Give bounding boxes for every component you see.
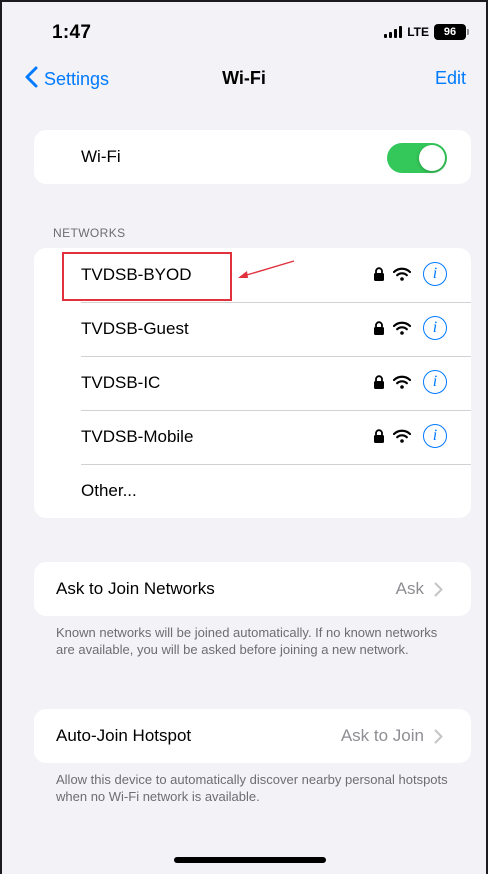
network-name: TVDSB-IC bbox=[81, 373, 161, 392]
other-network-label: Other... bbox=[81, 481, 137, 500]
network-icons: i bbox=[373, 424, 447, 448]
page-title: Wi-Fi bbox=[222, 68, 266, 88]
network-name: TVDSB-Guest bbox=[81, 319, 189, 338]
network-row-tvdsb-guest[interactable]: TVDSB-Guest i bbox=[34, 302, 471, 356]
lock-icon bbox=[373, 375, 385, 389]
wifi-signal-icon bbox=[393, 321, 411, 335]
network-icons: i bbox=[373, 262, 447, 286]
auto-join-hotspot-row[interactable]: Auto-Join Hotspot Ask to Join bbox=[34, 709, 471, 763]
wifi-signal-icon bbox=[393, 429, 411, 443]
ask-to-join-label: Ask to Join Networks bbox=[56, 579, 215, 598]
chevron-right-icon bbox=[434, 582, 443, 597]
network-row-tvdsb-ic[interactable]: TVDSB-IC i bbox=[34, 356, 471, 410]
network-name: TVDSB-Mobile bbox=[81, 427, 194, 446]
networks-section-header: NETWORKS bbox=[53, 226, 126, 240]
auto-join-value-text: Ask to Join bbox=[340, 726, 424, 745]
navigation-bar: Settings Wi-Fi Edit bbox=[2, 58, 486, 98]
network-row-tvdsb-mobile[interactable]: TVDSB-Mobile i bbox=[34, 410, 471, 464]
edit-button[interactable]: Edit bbox=[435, 68, 466, 89]
info-icon[interactable]: i bbox=[423, 424, 447, 448]
auto-join-value: Ask to Join bbox=[341, 726, 443, 746]
signal-icon bbox=[384, 26, 403, 38]
networks-list: TVDSB-BYOD i TVDSB-Guest i TVDSB-IC i TV… bbox=[34, 248, 471, 518]
info-icon[interactable]: i bbox=[423, 370, 447, 394]
wifi-toggle-label: Wi-Fi bbox=[81, 147, 121, 166]
lock-icon bbox=[373, 267, 385, 281]
wifi-toggle-switch[interactable] bbox=[387, 143, 447, 173]
auto-join-group: Auto-Join Hotspot Ask to Join bbox=[34, 709, 471, 763]
wifi-signal-icon bbox=[393, 267, 411, 281]
network-name: TVDSB-BYOD bbox=[81, 265, 192, 284]
auto-join-footnote: Allow this device to automatically disco… bbox=[56, 772, 448, 804]
phone-screen: 1:47 LTE 96 Settings Wi-Fi Edit Wi-Fi NE… bbox=[0, 0, 488, 874]
info-icon[interactable]: i bbox=[423, 262, 447, 286]
battery-icon: 96 bbox=[434, 24, 469, 40]
network-icons: i bbox=[373, 370, 447, 394]
chevron-right-icon bbox=[434, 729, 443, 744]
lock-icon bbox=[373, 429, 385, 443]
ask-to-join-group: Ask to Join Networks Ask bbox=[34, 562, 471, 616]
status-bar: 1:47 LTE 96 bbox=[2, 2, 486, 58]
auto-join-label: Auto-Join Hotspot bbox=[56, 726, 192, 745]
status-time: 1:47 bbox=[52, 22, 92, 43]
info-icon[interactable]: i bbox=[423, 316, 447, 340]
network-row-tvdsb-byod[interactable]: TVDSB-BYOD i bbox=[34, 248, 471, 302]
wifi-signal-icon bbox=[393, 375, 411, 389]
ask-to-join-value: Ask bbox=[396, 579, 443, 599]
home-indicator[interactable] bbox=[174, 857, 326, 863]
ask-to-join-value-text: Ask bbox=[395, 579, 424, 598]
other-network-row[interactable]: Other... bbox=[34, 464, 471, 518]
carrier-label: LTE bbox=[407, 25, 429, 39]
wifi-toggle-row: Wi-Fi bbox=[34, 130, 471, 184]
wifi-toggle-group: Wi-Fi bbox=[34, 130, 471, 184]
status-indicators: LTE 96 bbox=[384, 24, 469, 40]
ask-to-join-footnote: Known networks will be joined automatica… bbox=[56, 625, 438, 657]
network-icons: i bbox=[373, 316, 447, 340]
ask-to-join-row[interactable]: Ask to Join Networks Ask bbox=[34, 562, 471, 616]
toggle-knob bbox=[419, 145, 445, 171]
lock-icon bbox=[373, 321, 385, 335]
